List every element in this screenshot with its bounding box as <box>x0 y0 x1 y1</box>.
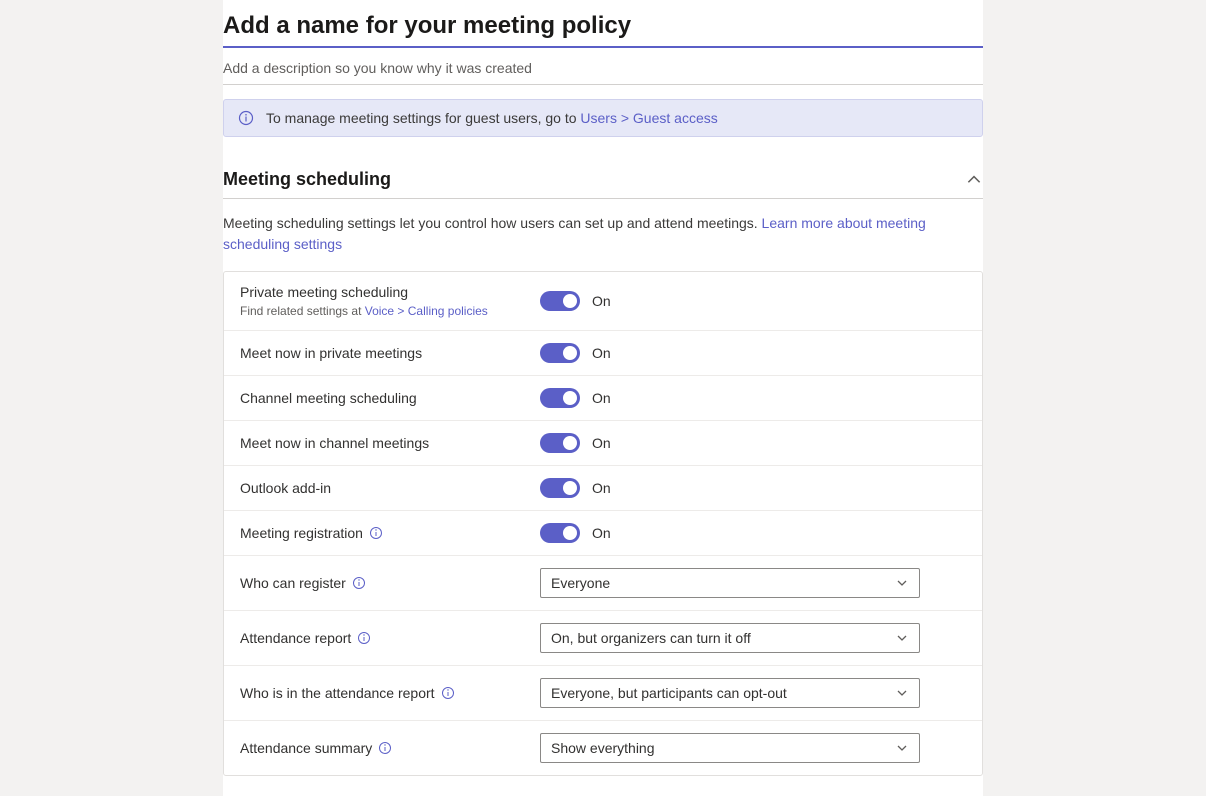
toggle-state: On <box>592 345 611 361</box>
info-icon <box>238 110 254 126</box>
setting-label: Channel meeting scheduling <box>240 390 540 406</box>
setting-label: Private meeting scheduling <box>240 284 540 300</box>
setting-row-meeting-registration: Meeting registration On <box>224 511 982 556</box>
setting-label: Outlook add-in <box>240 480 540 496</box>
setting-label: Attendance report <box>240 630 540 646</box>
banner-text: To manage meeting settings for guest use… <box>266 110 718 126</box>
info-icon[interactable] <box>352 576 366 590</box>
policy-description-input[interactable] <box>223 50 983 85</box>
chevron-down-icon <box>895 576 909 590</box>
toggle-private-scheduling[interactable] <box>540 291 580 311</box>
setting-row-attendance-summary: Attendance summary Show everything <box>224 721 982 775</box>
section-title: Meeting scheduling <box>223 169 391 190</box>
setting-label: Meet now in channel meetings <box>240 435 540 451</box>
setting-label: Who is in the attendance report <box>240 685 540 701</box>
setting-row-outlook-addin: Outlook add-in On <box>224 466 982 511</box>
settings-card: Private meeting scheduling Find related … <box>223 271 983 776</box>
dropdown-value: Show everything <box>551 740 655 756</box>
chevron-down-icon <box>895 631 909 645</box>
setting-row-meet-now-channel: Meet now in channel meetings On <box>224 421 982 466</box>
dropdown-attendance-report[interactable]: On, but organizers can turn it off <box>540 623 920 653</box>
setting-sublabel: Find related settings at Voice > Calling… <box>240 304 540 318</box>
dropdown-value: On, but organizers can turn it off <box>551 630 751 646</box>
toggle-state: On <box>592 390 611 406</box>
section-description: Meeting scheduling settings let you cont… <box>223 213 983 255</box>
setting-label: Attendance summary <box>240 740 540 756</box>
setting-label: Who can register <box>240 575 540 591</box>
voice-calling-policies-link[interactable]: Voice > Calling policies <box>365 304 488 318</box>
toggle-meet-now-channel[interactable] <box>540 433 580 453</box>
setting-row-channel-scheduling: Channel meeting scheduling On <box>224 376 982 421</box>
toggle-state: On <box>592 525 611 541</box>
chevron-down-icon <box>895 741 909 755</box>
setting-label: Meeting registration <box>240 525 540 541</box>
setting-row-who-in-report: Who is in the attendance report Everyone… <box>224 666 982 721</box>
setting-row-who-can-register: Who can register Everyone <box>224 556 982 611</box>
dropdown-who-in-report[interactable]: Everyone, but participants can opt-out <box>540 678 920 708</box>
toggle-outlook-addin[interactable] <box>540 478 580 498</box>
dropdown-value: Everyone <box>551 575 610 591</box>
toggle-state: On <box>592 435 611 451</box>
info-icon[interactable] <box>441 686 455 700</box>
chevron-down-icon <box>895 686 909 700</box>
toggle-meeting-registration[interactable] <box>540 523 580 543</box>
setting-row-attendance-report: Attendance report On, but organizers can… <box>224 611 982 666</box>
policy-name-input[interactable] <box>223 8 983 48</box>
info-icon[interactable] <box>369 526 383 540</box>
dropdown-attendance-summary[interactable]: Show everything <box>540 733 920 763</box>
chevron-up-icon <box>965 171 983 189</box>
toggle-state: On <box>592 293 611 309</box>
toggle-channel-scheduling[interactable] <box>540 388 580 408</box>
dropdown-who-can-register[interactable]: Everyone <box>540 568 920 598</box>
setting-row-private-scheduling: Private meeting scheduling Find related … <box>224 272 982 331</box>
guest-access-info-banner: To manage meeting settings for guest use… <box>223 99 983 137</box>
toggle-meet-now-private[interactable] <box>540 343 580 363</box>
guest-access-link[interactable]: Users > Guest access <box>580 110 717 126</box>
info-icon[interactable] <box>357 631 371 645</box>
setting-label: Meet now in private meetings <box>240 345 540 361</box>
dropdown-value: Everyone, but participants can opt-out <box>551 685 787 701</box>
setting-row-meet-now-private: Meet now in private meetings On <box>224 331 982 376</box>
section-header-meeting-scheduling[interactable]: Meeting scheduling <box>223 169 983 199</box>
toggle-state: On <box>592 480 611 496</box>
info-icon[interactable] <box>378 741 392 755</box>
